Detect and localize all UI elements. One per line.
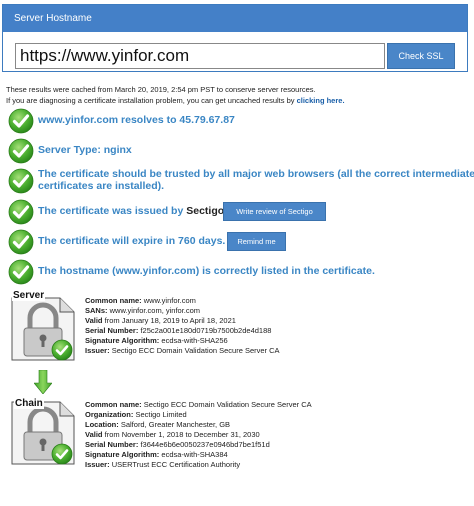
field-label: Signature Algorithm: bbox=[85, 450, 160, 459]
cert-field: Signature Algorithm: ecdsa-with-SHA256 bbox=[85, 336, 280, 346]
field-value: f25c2a001e180d0719b7500b2de4d188 bbox=[140, 326, 272, 335]
check-icon bbox=[8, 108, 34, 134]
field-value: from January 18, 2019 to April 18, 2021 bbox=[104, 316, 236, 325]
chain-label: Chain bbox=[14, 398, 44, 409]
cache-note-line2: If you are diagnosing a certificate inst… bbox=[6, 95, 345, 106]
field-value: f3644e6b6e0050237e0946bd7be1f51d bbox=[140, 440, 270, 449]
cert-field: Serial Number: f3644e6b6e0050237e0946bd7… bbox=[85, 440, 312, 450]
field-label: Valid bbox=[85, 316, 103, 325]
field-label: Common name: bbox=[85, 400, 142, 409]
cache-note-prefix: If you are diagnosing a certificate inst… bbox=[6, 96, 297, 105]
hostname-input[interactable] bbox=[15, 43, 385, 69]
check-text: The certificate will expire in 760 days. bbox=[38, 235, 226, 247]
check-icon bbox=[8, 138, 34, 164]
field-value: USERTrust ECC Certification Authority bbox=[111, 460, 241, 469]
field-label: Location: bbox=[85, 420, 119, 429]
check-icon bbox=[8, 259, 34, 285]
field-label: Common name: bbox=[85, 296, 142, 305]
field-value: ecdsa-with-SHA384 bbox=[161, 450, 228, 459]
server-hostname-panel: Server Hostname Check SSL bbox=[2, 4, 468, 72]
arrow-down-icon bbox=[34, 370, 52, 394]
field-value: www.yinfor.com, yinfor.com bbox=[109, 306, 201, 315]
cert-field: Location: Salford, Greater Manchester, G… bbox=[85, 420, 312, 430]
field-label: Issuer: bbox=[85, 460, 110, 469]
cert-field: Serial Number: f25c2a001e180d0719b7500b2… bbox=[85, 326, 280, 336]
field-value: Sectigo ECC Domain Validation Secure Ser… bbox=[143, 400, 312, 409]
cert-field: Common name: www.yinfor.com bbox=[85, 296, 280, 306]
issuer-name: Sectigo. bbox=[186, 205, 228, 217]
server-cert-details: Common name: www.yinfor.com SANs: www.yi… bbox=[85, 296, 280, 356]
uncached-results-link[interactable]: clicking here. bbox=[297, 96, 345, 105]
field-value: Sectigo ECC Domain Validation Secure Ser… bbox=[111, 346, 280, 355]
check-icon bbox=[8, 199, 34, 225]
check-text: The certificate was issued by Sectigo. bbox=[38, 205, 227, 218]
issuer-prefix: The certificate was issued by bbox=[38, 205, 187, 217]
remind-me-button[interactable]: Remind me bbox=[227, 232, 286, 251]
cert-field: Organization: Sectigo Limited bbox=[85, 410, 312, 420]
cert-field: SANs: www.yinfor.com, yinfor.com bbox=[85, 306, 280, 316]
chain-cert-details: Common name: Sectigo ECC Domain Validati… bbox=[85, 400, 312, 470]
cache-note-line1: These results were cached from March 20,… bbox=[6, 85, 316, 94]
field-value: ecdsa-with-SHA256 bbox=[161, 336, 228, 345]
check-ssl-button[interactable]: Check SSL bbox=[387, 43, 455, 69]
cert-field: Signature Algorithm: ecdsa-with-SHA384 bbox=[85, 450, 312, 460]
field-value: Salford, Greater Manchester, GB bbox=[120, 420, 231, 429]
field-label: SANs: bbox=[85, 306, 108, 315]
check-text: Server Type: nginx bbox=[38, 144, 132, 156]
check-icon bbox=[8, 168, 34, 194]
field-label: Serial Number: bbox=[85, 326, 139, 335]
field-label: Organization: bbox=[85, 410, 134, 419]
check-icon bbox=[8, 229, 34, 255]
cert-field: Valid from November 1, 2018 to December … bbox=[85, 430, 312, 440]
panel-title: Server Hostname bbox=[3, 5, 467, 32]
field-value: Sectigo Limited bbox=[135, 410, 187, 419]
write-review-button[interactable]: Write review of Sectigo bbox=[223, 202, 326, 221]
cert-field: Issuer: USERTrust ECC Certification Auth… bbox=[85, 460, 312, 470]
cert-field: Valid from January 18, 2019 to April 18,… bbox=[85, 316, 280, 326]
cert-field: Common name: Sectigo ECC Domain Validati… bbox=[85, 400, 312, 410]
field-label: Signature Algorithm: bbox=[85, 336, 160, 345]
check-text: The hostname (www.yinfor.com) is correct… bbox=[38, 265, 375, 277]
field-label: Valid bbox=[85, 430, 103, 439]
check-text-line2: certificates are installed). bbox=[38, 180, 165, 192]
field-label: Serial Number: bbox=[85, 440, 139, 449]
check-text: www.yinfor.com resolves to 45.79.67.87 bbox=[38, 114, 235, 126]
server-label: Server bbox=[12, 290, 46, 301]
cert-field: Issuer: Sectigo ECC Domain Validation Se… bbox=[85, 346, 280, 356]
field-value: www.yinfor.com bbox=[143, 296, 196, 305]
cache-note: These results were cached from March 20,… bbox=[6, 84, 345, 106]
field-value: from November 1, 2018 to December 31, 20… bbox=[104, 430, 260, 439]
field-label: Issuer: bbox=[85, 346, 110, 355]
